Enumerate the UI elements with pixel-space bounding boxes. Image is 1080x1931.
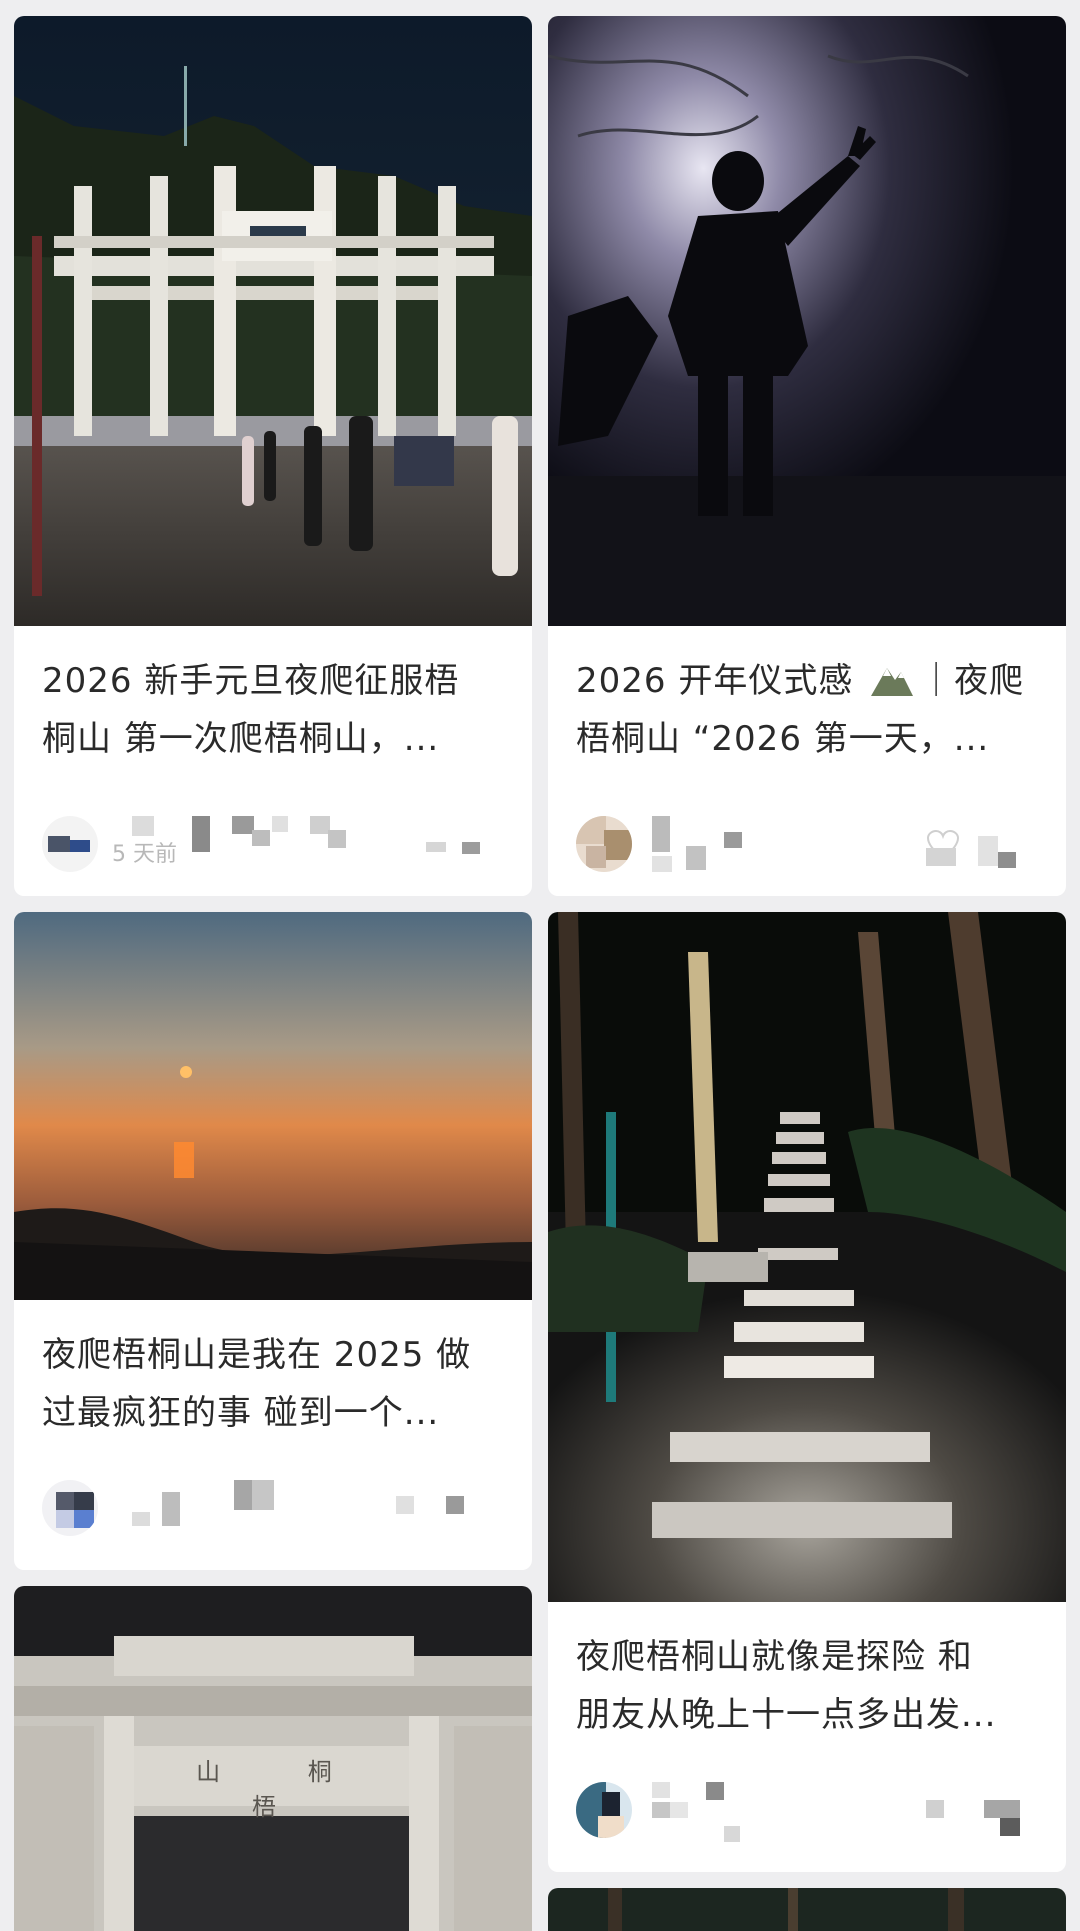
post-card[interactable]: 2026 开年仪式感 ｜夜爬 梧桐山 “2026 第一天，... (548, 16, 1066, 896)
post-card[interactable]: 山 桐 梧 (14, 1586, 532, 1931)
avatar[interactable] (42, 816, 98, 872)
post-title-line-2: 朋友从晚上十一点多出发... (576, 1695, 997, 1735)
mountain-emoji-icon (871, 668, 914, 696)
post-title-line-1: 夜爬梧桐山是我在 2025 做 (42, 1335, 472, 1375)
post-title-line-1: 夜爬梧桐山就像是探险 和 (576, 1637, 973, 1677)
archway-inscription: 山 桐 梧 (196, 1758, 372, 1821)
post-author-row[interactable] (42, 1480, 506, 1540)
post-card[interactable]: 夜爬梧桐山就像是探险 和 朋友从晚上十一点多出发... (548, 912, 1066, 1872)
post-image[interactable] (548, 1888, 1066, 1931)
post-title[interactable]: 2026 开年仪式感 ｜夜爬 梧桐山 “2026 第一天，... (576, 652, 1040, 768)
post-image[interactable] (14, 912, 532, 1300)
username-mosaic (132, 1480, 292, 1536)
post-author-row[interactable] (576, 1782, 1040, 1842)
post-card[interactable]: 夜爬梧桐山是我在 2025 做 过最疯狂的事 碰到一个... (14, 912, 532, 1570)
username-mosaic (132, 816, 352, 856)
like-mosaic (926, 1800, 1026, 1840)
post-card[interactable]: 2026 新手元旦夜爬征服梧 桐山 第一次爬梧桐山，... 5 天前 (14, 16, 532, 896)
post-image[interactable] (548, 912, 1066, 1602)
post-title-line-1: 2026 开年仪式感 ｜夜爬 (576, 652, 1040, 710)
username-mosaic (652, 816, 752, 872)
like-mosaic (396, 1496, 466, 1516)
username-mosaic (652, 1782, 772, 1842)
post-title-line-2: 桐山 第一次爬梧桐山，... (42, 719, 440, 759)
post-title[interactable]: 夜爬梧桐山就像是探险 和 朋友从晚上十一点多出发... (576, 1628, 1040, 1744)
avatar[interactable] (576, 1782, 632, 1838)
avatar[interactable] (576, 816, 632, 872)
post-image[interactable] (14, 16, 532, 626)
post-author-row[interactable]: 5 天前 (42, 816, 506, 876)
avatar[interactable] (42, 1480, 98, 1536)
post-author-row[interactable] (576, 816, 1040, 876)
post-title-line-2: 过最疯狂的事 碰到一个... (42, 1393, 440, 1433)
post-image[interactable]: 山 桐 梧 (14, 1586, 532, 1931)
post-image[interactable] (548, 16, 1066, 626)
post-title-line-2: 梧桐山 “2026 第一天，... (576, 719, 990, 759)
post-title[interactable]: 2026 新手元旦夜爬征服梧 桐山 第一次爬梧桐山，... (42, 652, 506, 768)
post-title-line-1: 2026 新手元旦夜爬征服梧 (42, 661, 460, 701)
like-mosaic (926, 830, 1026, 870)
post-title[interactable]: 夜爬梧桐山是我在 2025 做 过最疯狂的事 碰到一个... (42, 1326, 506, 1442)
post-card[interactable] (548, 1888, 1066, 1931)
like-mosaic (426, 842, 486, 856)
